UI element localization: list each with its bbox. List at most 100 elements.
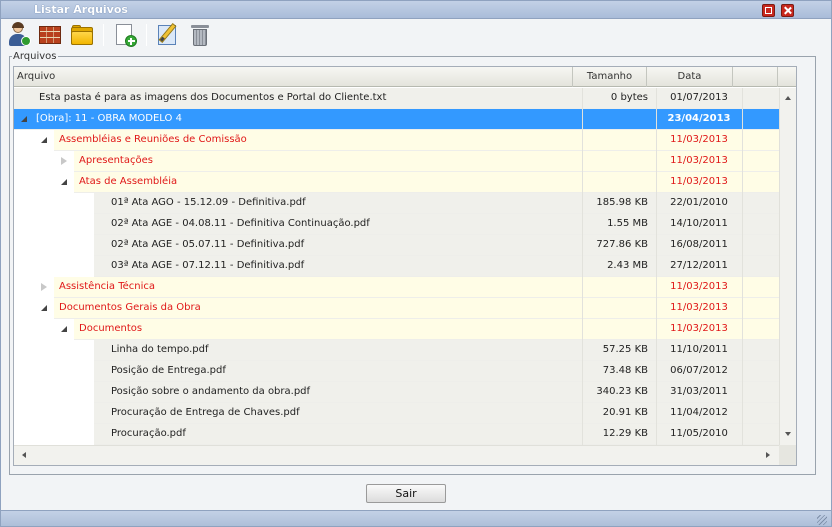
expand-triangle-icon[interactable] xyxy=(41,283,47,291)
collapse-triangle-icon[interactable] xyxy=(41,305,47,311)
column-separator xyxy=(742,235,743,256)
row-size-cell xyxy=(582,319,652,340)
row-date-cell: 11/03/2013 xyxy=(670,302,728,313)
row-name-cell: Apresentações xyxy=(14,151,582,172)
edit-icon[interactable] xyxy=(155,22,181,48)
file-row[interactable]: Esta pasta é para as imagens dos Documen… xyxy=(14,88,779,109)
file-row[interactable]: 01ª Ata AGO - 15.12.09 - Definitiva.pdf 1… xyxy=(14,193,779,214)
file-row[interactable]: Posição sobre o andamento da obra.pdf 340… xyxy=(14,382,779,403)
row-date-cell: 31/03/2011 xyxy=(670,386,728,397)
indent-gutter xyxy=(14,298,54,319)
indent-gutter xyxy=(14,256,94,277)
collapse-triangle-icon[interactable] xyxy=(41,137,47,143)
row-date-cell: 11/03/2013 xyxy=(670,281,728,292)
row-size-cell xyxy=(582,130,652,151)
row-size-cell: 20.91 KB xyxy=(602,407,648,418)
indent-gutter xyxy=(14,382,94,403)
row-name-text: Documentos Gerais da Obra xyxy=(59,302,201,313)
exit-button[interactable]: Sair xyxy=(366,484,446,503)
row-name-cell: Linha do tempo.pdf xyxy=(14,340,582,361)
row-size-cell: 2.43 MB xyxy=(607,260,648,271)
row-name-cell: Esta pasta é para as imagens dos Documen… xyxy=(14,88,582,109)
row-date-cell: 23/04/2013 xyxy=(667,113,731,124)
vertical-scrollbar[interactable] xyxy=(779,88,796,445)
row-name-text: Procuração.pdf xyxy=(111,428,186,439)
folder-row[interactable]: Documentos Gerais da Obra 11/03/2013 xyxy=(14,298,779,319)
row-name-text: Esta pasta é para as imagens dos Documen… xyxy=(39,92,387,103)
row-date-cell: 11/04/2012 xyxy=(670,407,728,418)
row-size-cell: 340.23 KB xyxy=(596,386,648,397)
grid-body: Esta pasta é para as imagens dos Documen… xyxy=(14,88,779,445)
maximize-button[interactable] xyxy=(762,4,775,17)
folder-row[interactable]: Documentos 11/03/2013 xyxy=(14,319,779,340)
row-name-cell: 01ª Ata AGO - 15.12.09 - Definitiva.pdf xyxy=(14,193,582,214)
row-name-text: Assembléias e Reuniões de Comissão xyxy=(59,134,247,145)
user-check-icon[interactable] xyxy=(6,22,32,48)
close-button[interactable] xyxy=(781,4,794,17)
toolbar xyxy=(1,20,831,50)
row-name-text: Assistência Técnica xyxy=(59,281,156,292)
title-bar: Listar Arquivos xyxy=(1,1,831,19)
collapse-triangle-icon[interactable] xyxy=(21,116,27,122)
collapse-triangle-icon[interactable] xyxy=(61,326,67,332)
row-size-cell: 727.86 KB xyxy=(596,239,648,250)
row-size-cell xyxy=(582,172,652,193)
column-separator xyxy=(742,319,743,340)
row-size-cell: 0 bytes xyxy=(610,92,648,103)
scroll-down-icon[interactable] xyxy=(785,432,791,436)
status-bar xyxy=(1,510,831,526)
row-date-cell: 27/12/2011 xyxy=(670,260,728,271)
indent-gutter xyxy=(14,340,94,361)
scroll-right-icon[interactable] xyxy=(766,452,770,458)
row-size-cell: 185.98 KB xyxy=(596,197,648,208)
row-size-cell xyxy=(582,151,652,172)
column-separator xyxy=(742,151,743,172)
toolbar-separator xyxy=(103,24,104,46)
brick-wall-icon[interactable] xyxy=(37,22,63,48)
row-name-cell: 02ª Ata AGE - 05.07.11 - Definitiva.pdf xyxy=(14,235,582,256)
file-row[interactable]: Procuração.pdf 12.29 KB 11/05/2010 xyxy=(14,424,779,445)
folder-row[interactable]: Assistência Técnica 11/03/2013 xyxy=(14,277,779,298)
column-header-date[interactable]: Data xyxy=(647,67,733,87)
file-row[interactable]: 02ª Ata AGE - 04.08.11 - Definitiva Cont… xyxy=(14,214,779,235)
row-name-cell: [Obra]: 11 - OBRA MODELO 4 xyxy=(14,109,582,130)
scroll-up-icon[interactable] xyxy=(785,96,791,100)
file-row[interactable]: Procuração de Entrega de Chaves.pdf 20.91… xyxy=(14,403,779,424)
row-size-cell xyxy=(582,298,652,319)
column-header-extra xyxy=(733,67,778,87)
horizontal-scrollbar[interactable] xyxy=(14,445,779,465)
row-name-text: 01ª Ata AGO - 15.12.09 - Definitiva.pdf xyxy=(111,197,306,208)
column-separator xyxy=(742,298,743,319)
column-header-name[interactable]: Arquivo xyxy=(14,67,573,87)
resize-grip-icon[interactable] xyxy=(817,515,827,525)
folder-icon[interactable] xyxy=(69,22,95,48)
row-name-cell: 03ª Ata AGE - 07.12.11 - Definitiva.pdf xyxy=(14,256,582,277)
row-name-text: 03ª Ata AGE - 07.12.11 - Definitiva.pdf xyxy=(111,260,305,271)
row-name-text: Posição de Entrega.pdf xyxy=(111,365,226,376)
indent-gutter xyxy=(14,361,94,382)
row-name-text: Posição sobre o andamento da obra.pdf xyxy=(111,386,311,397)
file-row[interactable]: Posição de Entrega.pdf 73.48 KB 06/07/2012 xyxy=(14,361,779,382)
column-separator xyxy=(742,193,743,214)
row-name-cell: Procuração de Entrega de Chaves.pdf xyxy=(14,403,582,424)
file-row[interactable]: 02ª Ata AGE - 05.07.11 - Definitiva.pdf 7… xyxy=(14,235,779,256)
new-file-icon[interactable] xyxy=(112,22,138,48)
folder-row[interactable]: Apresentações 11/03/2013 xyxy=(14,151,779,172)
scroll-left-icon[interactable] xyxy=(22,452,26,458)
folder-row[interactable]: Atas de Assembléia 11/03/2013 xyxy=(14,172,779,193)
column-separator xyxy=(742,277,743,298)
row-name-text: Atas de Assembléia xyxy=(79,176,178,187)
trash-icon[interactable] xyxy=(187,22,213,48)
folder-row[interactable]: Assembléias e Reuniões de Comissão 11/03/… xyxy=(14,130,779,151)
file-row[interactable]: 03ª Ata AGE - 07.12.11 - Definitiva.pdf 2… xyxy=(14,256,779,277)
folder-row[interactable]: [Obra]: 11 - OBRA MODELO 4 23/04/2013 xyxy=(14,109,779,130)
row-name-cell: Documentos xyxy=(14,319,582,340)
expand-triangle-icon[interactable] xyxy=(61,157,67,165)
indent-gutter xyxy=(14,403,94,424)
row-date-cell: 11/05/2010 xyxy=(670,428,728,439)
window-title: Listar Arquivos xyxy=(34,3,128,16)
collapse-triangle-icon[interactable] xyxy=(61,179,67,185)
row-size-cell xyxy=(582,277,652,298)
column-header-size[interactable]: Tamanho xyxy=(573,67,647,87)
file-row[interactable]: Linha do tempo.pdf 57.25 KB 11/10/2011 xyxy=(14,340,779,361)
